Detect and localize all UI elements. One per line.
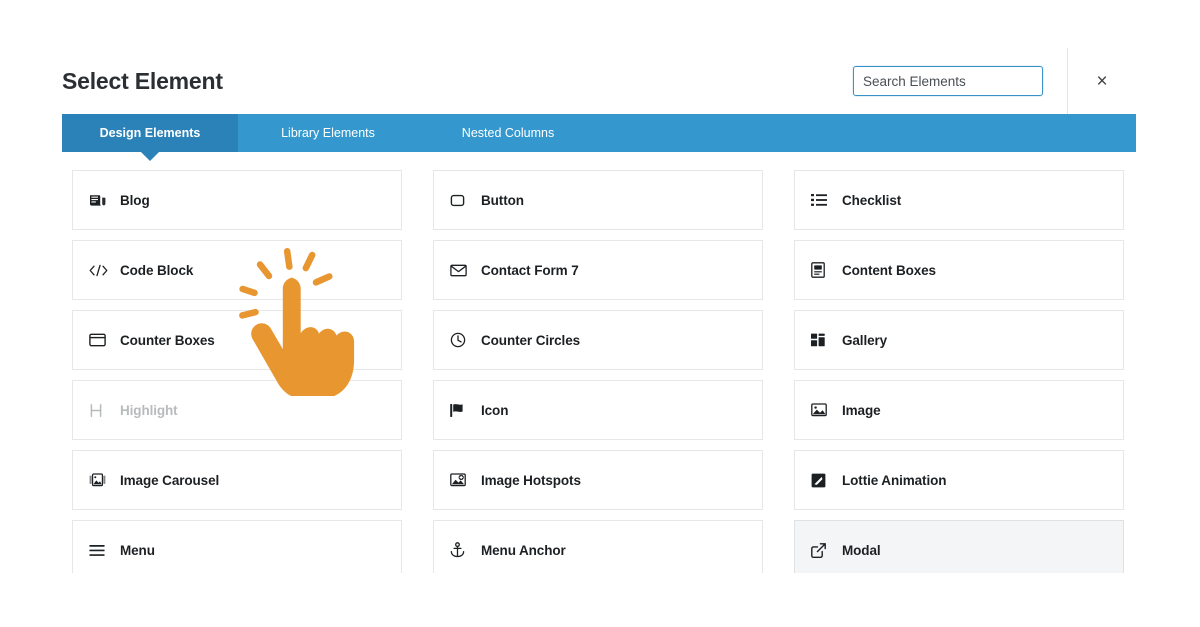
close-icon[interactable]: ×: [1068, 48, 1136, 114]
tab-bar: Design Elements Library Elements Nested …: [62, 114, 1136, 161]
element-card-image-hotspots[interactable]: Image Hotspots: [433, 450, 763, 510]
search-input[interactable]: [853, 66, 1043, 96]
element-card-label: Counter Boxes: [120, 332, 215, 348]
element-card-label: Blog: [120, 192, 150, 208]
element-card-label: Button: [481, 192, 524, 208]
element-card-label: Highlight: [120, 402, 178, 418]
counter-box-icon: [89, 331, 109, 349]
blog-icon: [89, 191, 109, 209]
element-card-label: Icon: [481, 402, 509, 418]
highlight-icon: [89, 401, 109, 419]
element-card-blog[interactable]: Blog: [72, 170, 402, 230]
element-card-gallery[interactable]: Gallery: [794, 310, 1124, 370]
element-grid-scroll-area[interactable]: Blog Button Checklist Code Block Contact For…: [62, 160, 1136, 573]
image-hotspots-icon: [450, 471, 470, 489]
element-card-lottie-animation[interactable]: Lottie Animation: [794, 450, 1124, 510]
clock-icon: [450, 331, 470, 349]
element-card-label: Contact Form 7: [481, 262, 579, 278]
element-card-counter-boxes[interactable]: Counter Boxes: [72, 310, 402, 370]
element-card-counter-circles[interactable]: Counter Circles: [433, 310, 763, 370]
tab-library-elements[interactable]: Library Elements: [238, 114, 418, 152]
search-field-wrapper: [853, 66, 1043, 96]
element-card-content-boxes[interactable]: Content Boxes: [794, 240, 1124, 300]
element-card-label: Code Block: [120, 262, 194, 278]
image-carousel-icon: [89, 471, 109, 489]
tab-nested-columns[interactable]: Nested Columns: [418, 114, 598, 152]
element-card-image[interactable]: Image: [794, 380, 1124, 440]
flag-icon: [450, 401, 470, 419]
hamburger-icon: [89, 541, 109, 559]
tab-design-elements[interactable]: Design Elements: [62, 114, 238, 161]
element-card-label: Image Hotspots: [481, 472, 581, 488]
element-card-label: Checklist: [842, 192, 902, 208]
element-card-label: Menu Anchor: [481, 542, 566, 558]
code-icon: [89, 261, 109, 279]
content-box-icon: [811, 261, 831, 279]
element-card-menu[interactable]: Menu: [72, 520, 402, 573]
tab-label: Library Elements: [281, 126, 375, 140]
element-card-label: Modal: [842, 542, 881, 558]
element-card-image-carousel[interactable]: Image Carousel: [72, 450, 402, 510]
element-card-highlight: Highlight: [72, 380, 402, 440]
page-title: Select Element: [62, 67, 223, 94]
element-card-label: Image Carousel: [120, 472, 220, 488]
image-icon: [811, 401, 831, 419]
tab-label: Design Elements: [99, 126, 201, 140]
element-card-label: Gallery: [842, 332, 888, 348]
element-card-code-block[interactable]: Code Block: [72, 240, 402, 300]
element-card-menu-anchor[interactable]: Menu Anchor: [433, 520, 763, 573]
element-card-icon[interactable]: Icon: [433, 380, 763, 440]
element-card-button[interactable]: Button: [433, 170, 763, 230]
element-card-label: Content Boxes: [842, 262, 936, 278]
modal-header: Select Element ×: [62, 48, 1136, 114]
element-grid: Blog Button Checklist Code Block Contact For…: [62, 160, 1136, 573]
select-element-modal: Select Element × Design Elements Library…: [0, 0, 1200, 627]
envelope-icon: [450, 261, 470, 279]
lottie-icon: [811, 471, 831, 489]
element-card-label: Menu: [120, 542, 155, 558]
anchor-icon: [450, 541, 470, 559]
element-card-checklist[interactable]: Checklist: [794, 170, 1124, 230]
element-card-modal[interactable]: Modal: [794, 520, 1124, 573]
element-card-contact-form-7[interactable]: Contact Form 7: [433, 240, 763, 300]
gallery-icon: [811, 331, 831, 349]
header-actions: ×: [853, 48, 1136, 114]
tab-label: Nested Columns: [461, 126, 555, 140]
element-card-label: Counter Circles: [481, 332, 581, 348]
element-card-label: Lottie Animation: [842, 472, 947, 488]
external-link-icon: [811, 541, 831, 559]
button-icon: [450, 191, 470, 209]
element-card-label: Image: [842, 402, 881, 418]
checklist-icon: [811, 191, 831, 209]
